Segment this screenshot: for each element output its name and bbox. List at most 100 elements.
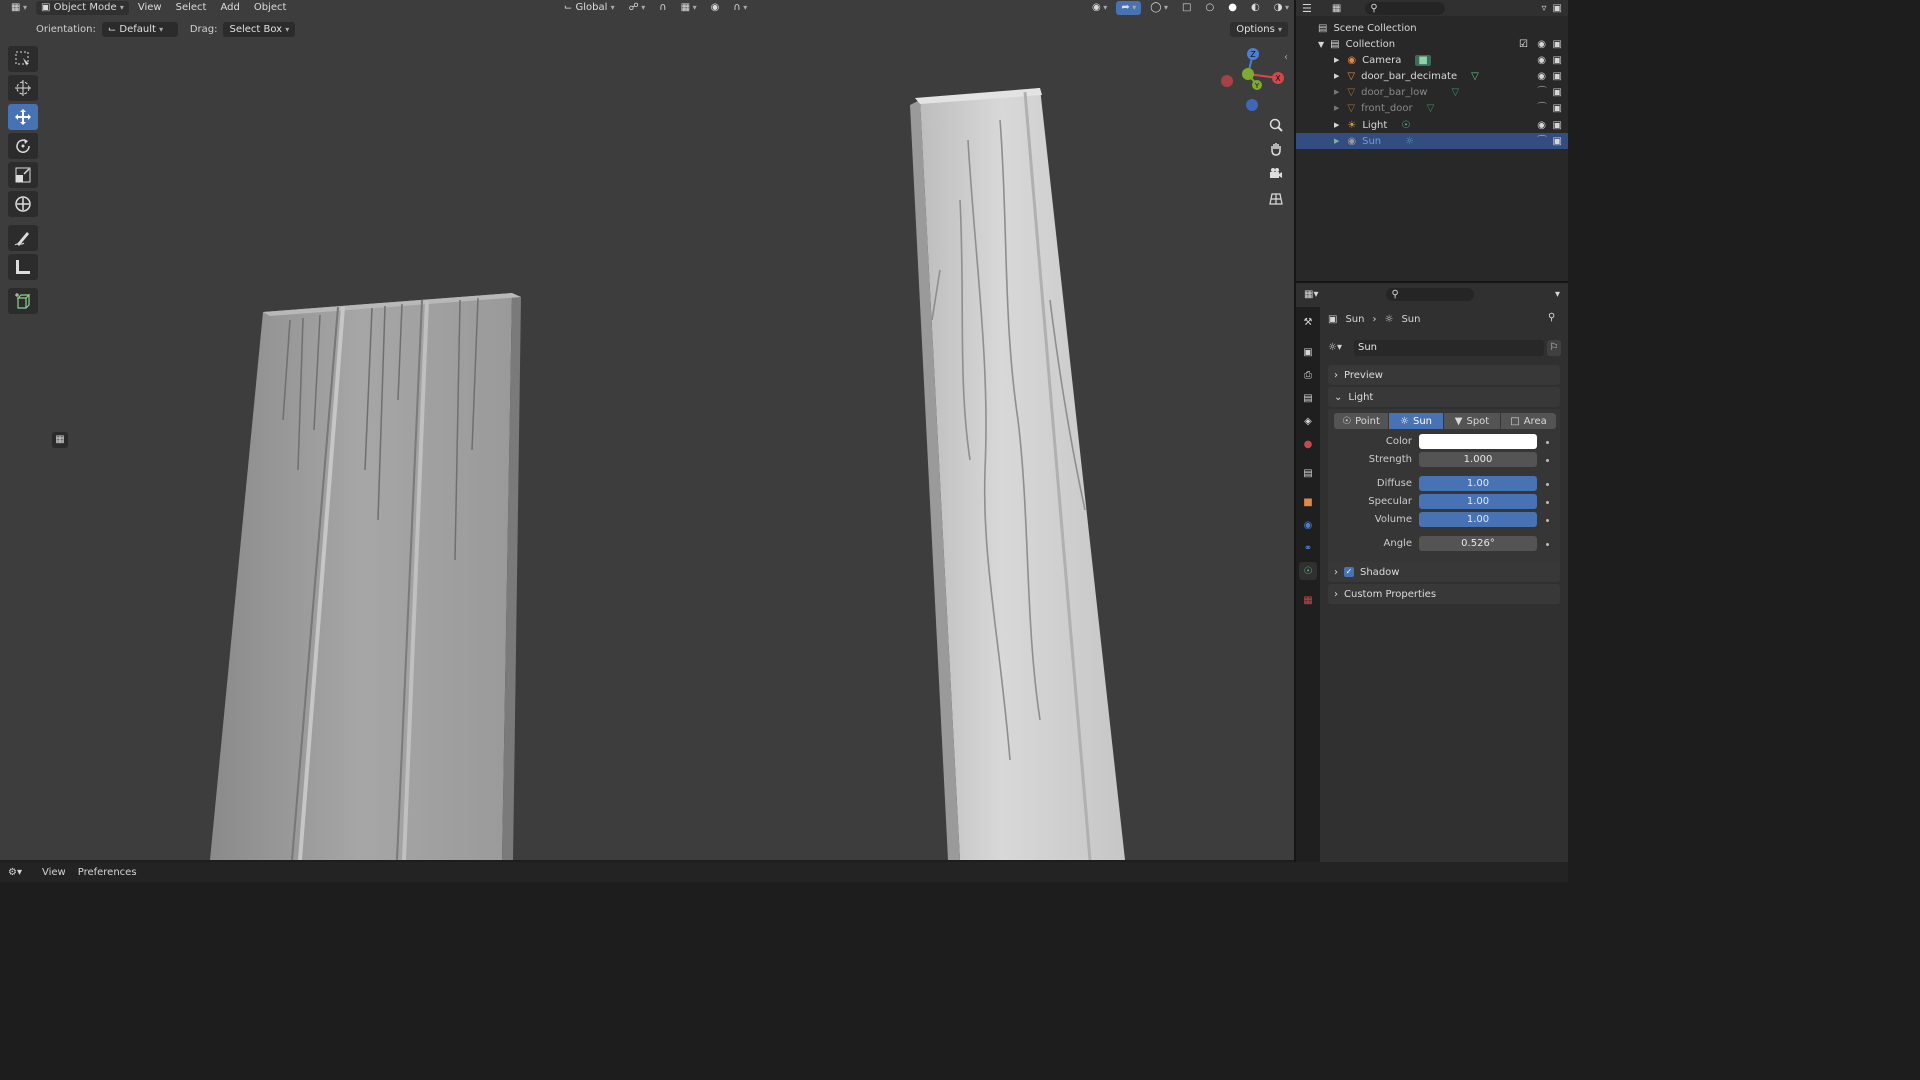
zoom-icon[interactable] — [1266, 115, 1286, 135]
light-panel-header[interactable]: ⌄ Light — [1328, 387, 1560, 407]
render-camera-icon[interactable]: ▣ — [1553, 87, 1562, 98]
camera-view-icon[interactable] — [1266, 164, 1286, 184]
gear-icon[interactable]: ⚙▾ — [8, 867, 22, 878]
outliner-item-light[interactable]: ▶ ☀ Light ☉ ◉ ▣ — [1296, 117, 1568, 133]
light-type-area[interactable]: □ Area — [1501, 413, 1556, 429]
sun-data-icon[interactable]: ☼ — [1405, 136, 1414, 147]
rotate-tool[interactable] — [8, 133, 38, 159]
render-camera-icon[interactable]: ▣ — [1553, 136, 1562, 147]
falloff-icon[interactable]: ∩ — [728, 1, 752, 15]
outliner-search[interactable]: ⚲ — [1365, 1, 1446, 15]
hidden-eye-icon[interactable]: ⁀ — [1538, 87, 1546, 98]
perspective-grid-icon[interactable] — [1266, 189, 1286, 209]
render-camera-icon[interactable]: ▣ — [1553, 55, 1562, 66]
light-datablock-browse[interactable]: ☼▾ — [1328, 340, 1350, 356]
options-dropdown[interactable]: Options — [1230, 21, 1288, 37]
pin-icon[interactable]: ⚲ — [1548, 312, 1555, 323]
datablock-name-field[interactable]: Sun — [1354, 340, 1544, 356]
menu-add[interactable]: Add — [215, 1, 244, 15]
wireframe-shading-icon[interactable]: ○ — [1201, 1, 1220, 15]
navigation-gizmo[interactable]: Z X Y — [1215, 44, 1291, 114]
angle-field[interactable]: 0.526° — [1419, 536, 1537, 551]
render-tab-icon[interactable]: ▣ — [1299, 343, 1317, 361]
rendered-shading-icon[interactable]: ◑ — [1269, 1, 1294, 15]
toolbar-collapse-icon[interactable]: ▦ — [52, 432, 68, 448]
snap-target-icon[interactable]: ▦ — [676, 1, 702, 15]
material-shading-icon[interactable]: ◐ — [1246, 1, 1265, 15]
mesh-data-icon[interactable]: ▽ — [1427, 103, 1435, 114]
scene-tab-icon[interactable]: ◈ — [1299, 412, 1317, 430]
render-camera-icon[interactable]: ▣ — [1553, 103, 1562, 114]
3d-viewport[interactable]: ▦ ▣ Object Mode View Select Add Object ⌙… — [0, 0, 1294, 860]
solid-shading-icon[interactable]: ● — [1223, 1, 1242, 15]
select-box-tool[interactable] — [8, 46, 38, 72]
mode-dropdown[interactable]: ▣ Object Mode — [36, 1, 129, 15]
keyframe-dot[interactable] — [1546, 441, 1549, 444]
xray-icon[interactable]: □ — [1177, 1, 1196, 15]
pivot-point-icon[interactable]: ☍ — [624, 1, 651, 15]
editor-type-button[interactable]: ▦ — [6, 1, 32, 15]
keyframe-dot[interactable] — [1546, 519, 1549, 522]
custom-properties-panel-header[interactable]: › Custom Properties — [1328, 584, 1560, 604]
snap-icon[interactable]: ∩ — [654, 1, 671, 15]
mesh-data-icon[interactable]: ▽ — [1451, 87, 1459, 98]
render-camera-icon[interactable]: ▣ — [1553, 71, 1562, 82]
scene-collection-row[interactable]: ▤ Scene Collection — [1296, 20, 1568, 36]
menu-view[interactable]: View — [133, 1, 167, 15]
status-view-menu[interactable]: View — [42, 867, 66, 878]
visibility-icon[interactable]: ◉ — [1087, 1, 1112, 15]
cursor-tool[interactable] — [8, 75, 38, 101]
expand-arrow-icon[interactable]: ▶ — [1334, 56, 1339, 64]
transform-tool[interactable] — [8, 191, 38, 217]
expand-arrow-icon[interactable]: ▶ — [1334, 137, 1339, 145]
display-mode-icon[interactable]: ▦ — [1332, 3, 1341, 14]
render-camera-icon[interactable]: ▣ — [1553, 39, 1562, 50]
filter-icon[interactable]: ▿ — [1542, 3, 1547, 14]
viewport-scene[interactable] — [0, 0, 1294, 860]
specular-slider[interactable]: 1.00 — [1419, 494, 1537, 509]
render-camera-icon[interactable]: ▣ — [1553, 120, 1562, 131]
pan-hand-icon[interactable] — [1266, 139, 1286, 159]
expand-arrow-icon[interactable]: ▼ — [1318, 40, 1324, 49]
hidden-eye-icon[interactable]: ⁀ — [1538, 136, 1546, 147]
breadcrumb-object[interactable]: Sun — [1345, 314, 1364, 325]
scale-tool[interactable] — [8, 162, 38, 188]
collection-tab-icon[interactable]: ▤ — [1299, 464, 1317, 482]
diffuse-slider[interactable]: 1.00 — [1419, 476, 1537, 491]
light-data-icon[interactable]: ☉ — [1401, 120, 1410, 131]
shadow-checkbox[interactable]: ✓ — [1344, 567, 1354, 577]
light-data-tab-icon[interactable]: ☉ — [1299, 562, 1317, 580]
camera-data-icon[interactable]: ■ — [1415, 54, 1431, 66]
expand-arrow-icon[interactable]: ▶ — [1334, 104, 1339, 112]
constraints-tab-icon[interactable]: ⚭ — [1299, 539, 1317, 557]
outliner-item-door-bar-decimate[interactable]: ▶ ▽ door_bar_decimate ▽ ◉ ▣ — [1296, 68, 1568, 84]
visibility-eye-icon[interactable]: ◉ — [1537, 55, 1546, 66]
expand-arrow-icon[interactable]: ▶ — [1334, 88, 1339, 96]
preview-panel-header[interactable]: › Preview — [1328, 365, 1560, 385]
transform-space-dropdown[interactable]: ⌙ Global — [559, 1, 620, 15]
outliner-item-door-bar-low[interactable]: ▶ ▽ door_bar_low ▽ ⁀ ▣ — [1296, 84, 1568, 100]
color-swatch[interactable] — [1419, 434, 1537, 449]
breadcrumb-data[interactable]: Sun — [1401, 314, 1420, 325]
view-layer-tab-icon[interactable]: ▤ — [1299, 389, 1317, 407]
keyframe-dot[interactable] — [1546, 459, 1549, 462]
object-tab-icon[interactable]: ■ — [1299, 493, 1317, 511]
gizmo-neg-x-ball[interactable] — [1221, 75, 1233, 87]
output-tab-icon[interactable]: ⎙ — [1299, 366, 1317, 384]
measure-tool[interactable] — [8, 254, 38, 280]
menu-select[interactable]: Select — [171, 1, 212, 15]
visibility-eye-icon[interactable]: ◉ — [1537, 71, 1546, 82]
options-chevron-icon[interactable]: ▾ — [1555, 289, 1560, 300]
collection-row[interactable]: ▼ ▤ Collection ☑ ◉ ▣ — [1296, 36, 1568, 52]
move-tool[interactable] — [8, 104, 38, 130]
light-type-spot[interactable]: ▼ Spot — [1444, 413, 1500, 429]
tool-tab-icon[interactable]: ⚒ — [1299, 313, 1317, 331]
fake-user-shield-icon[interactable]: ⚐ — [1547, 340, 1561, 356]
strength-field[interactable]: 1.000 — [1419, 452, 1537, 467]
expand-arrow-icon[interactable]: ▶ — [1334, 72, 1339, 80]
keyframe-dot[interactable] — [1546, 483, 1549, 486]
outliner-item-front-door[interactable]: ▶ ▽ front_door ▽ ⁀ ▣ — [1296, 100, 1568, 116]
physics-tab-icon[interactable]: ◉ — [1299, 516, 1317, 534]
drag-dropdown[interactable]: Select Box — [223, 21, 296, 37]
volume-slider[interactable]: 1.00 — [1419, 512, 1537, 527]
